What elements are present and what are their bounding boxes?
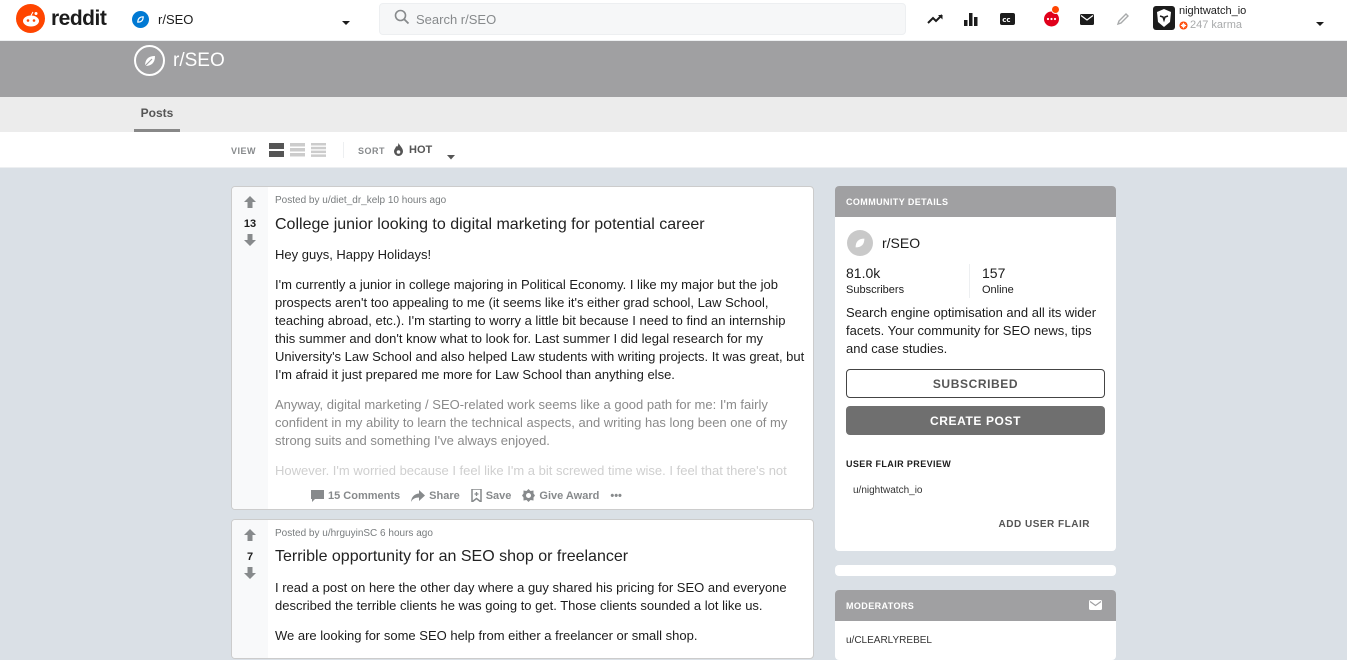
trending-icon[interactable] — [925, 9, 945, 29]
moderators-title: MODERATORS — [846, 600, 915, 611]
mail-icon[interactable] — [1089, 600, 1102, 612]
sort-dropdown[interactable]: HOT — [393, 143, 432, 156]
community-icon — [847, 230, 873, 256]
subreddit-banner: r/SEO — [0, 41, 1347, 97]
moderator-link[interactable]: u/CLEARLYREBEL — [846, 635, 932, 646]
post-card[interactable]: 13 Posted by u/diet_dr_kelp 10 hours ago… — [231, 186, 814, 510]
vote-count: 7 — [246, 551, 254, 563]
closed-caption-icon[interactable]: cc — [997, 9, 1017, 29]
vote-column: 13 — [232, 187, 268, 509]
share-button[interactable]: Share — [411, 489, 460, 502]
flame-icon — [394, 143, 403, 156]
notification-badge — [1051, 5, 1060, 14]
avatar — [1153, 6, 1175, 30]
tab-bar: Posts — [0, 97, 1347, 132]
snoo-icon — [16, 4, 45, 33]
flair-preview-title: USER FLAIR PREVIEW — [846, 459, 952, 469]
svg-text:cc: cc — [1002, 16, 1010, 24]
page-title: r/SEO — [173, 50, 225, 71]
username: nightwatch_io — [1179, 5, 1247, 17]
karma-icon — [1179, 20, 1188, 30]
downvote-icon[interactable] — [243, 233, 257, 252]
vote-column: 7 — [232, 520, 268, 658]
chevron-down-icon — [1315, 14, 1325, 32]
sort-label: SORT — [358, 146, 386, 156]
flair-preview-user: u/nightwatch_io — [853, 485, 923, 496]
compact-view-icon[interactable] — [311, 143, 326, 157]
post-paragraph: I read a post on here the other day wher… — [275, 580, 787, 613]
card-view-icon[interactable] — [269, 143, 284, 157]
chevron-down-icon — [341, 13, 351, 31]
share-icon — [411, 489, 426, 502]
upvote-icon[interactable] — [243, 528, 257, 547]
post-paragraph: We are looking for some SEO help from ei… — [275, 628, 698, 643]
downvote-icon[interactable] — [243, 566, 257, 585]
sidebar-widget — [835, 565, 1116, 576]
divider — [343, 142, 344, 158]
vote-count: 13 — [243, 218, 257, 230]
chat-icon[interactable] — [1041, 5, 1061, 29]
post-title[interactable]: Terrible opportunity for an SEO shop or … — [275, 548, 628, 566]
post-meta: Posted by u/hrguyinSC 6 hours ago — [275, 528, 433, 539]
community-icon — [134, 45, 165, 76]
logo-wordmark: reddit — [51, 6, 107, 30]
classic-view-icon[interactable] — [290, 143, 305, 157]
community-dropdown[interactable]: r/SEO — [132, 8, 354, 30]
view-label: VIEW — [231, 146, 257, 156]
chevron-down-icon[interactable] — [447, 147, 455, 165]
post-body: I read a post on here the other day wher… — [275, 579, 807, 657]
divider — [969, 264, 970, 298]
post-paragraph: Anyway, digital marketing / SEO-related … — [275, 397, 788, 448]
community-dropdown-label: r/SEO — [158, 11, 194, 27]
card-header: MODERATORS — [835, 590, 1116, 621]
create-post-button[interactable]: CREATE POST — [846, 406, 1105, 435]
upvote-icon[interactable] — [243, 195, 257, 214]
post-paragraph: Hey guys, Happy Holidays! — [275, 247, 432, 262]
subscribed-button[interactable]: SUBSCRIBED — [846, 369, 1105, 398]
community-icon — [132, 10, 149, 28]
online-count: 157 — [982, 265, 1006, 281]
search-bar[interactable]: Search r/SEO — [379, 3, 906, 35]
subscriber-label: Subscribers — [846, 284, 905, 296]
user-menu[interactable]: nightwatch_io 247 karma — [1150, 5, 1330, 35]
bookmark-icon — [470, 489, 482, 502]
save-button[interactable]: Save — [470, 489, 512, 502]
comment-icon — [311, 489, 324, 502]
post-actions: 15 Comments Share Save Give Award ••• — [311, 489, 633, 502]
comments-button[interactable]: 15 Comments — [311, 489, 401, 502]
share-label: Share — [429, 489, 460, 502]
actions-bar: 15 Comments Share Save Give Award ••• — [268, 475, 813, 509]
community-details-card: COMMUNITY DETAILS r/SEO 81.0k Subscriber… — [835, 186, 1116, 551]
tab-posts[interactable]: Posts — [134, 97, 180, 132]
karma-label: 247 karma — [1190, 19, 1242, 31]
pencil-icon[interactable] — [1113, 9, 1133, 29]
post-title[interactable]: College junior looking to digital market… — [275, 216, 705, 234]
sort-value: HOT — [409, 143, 433, 156]
add-user-flair-button[interactable]: ADD USER FLAIR — [999, 519, 1090, 530]
post-card[interactable]: 7 Posted by u/hrguyinSC 6 hours ago Terr… — [231, 519, 814, 659]
more-options-icon[interactable]: ••• — [610, 490, 622, 502]
post-body: Hey guys, Happy Holidays! I'm currently … — [275, 246, 807, 492]
top-header: reddit r/SEO Search r/SEO cc nightwatch_… — [0, 0, 1347, 41]
save-label: Save — [485, 489, 512, 502]
award-icon — [522, 489, 536, 502]
card-header: COMMUNITY DETAILS — [835, 186, 1116, 217]
comments-label: 15 Comments — [328, 489, 401, 502]
post-meta: Posted by u/diet_dr_kelp 10 hours ago — [275, 195, 447, 206]
community-name[interactable]: r/SEO — [882, 235, 920, 251]
moderators-card: MODERATORS u/CLEARLYREBEL — [835, 590, 1116, 660]
karma-count: 247 karma — [1179, 19, 1242, 31]
online-label: Online — [982, 284, 1014, 296]
view-sort-bar: VIEW SORT HOT — [0, 132, 1347, 168]
subscriber-count: 81.0k — [846, 265, 881, 281]
mail-icon[interactable] — [1077, 9, 1097, 29]
give-award-label: Give Award — [539, 489, 600, 502]
stats-icon[interactable] — [961, 9, 981, 29]
search-input[interactable]: Search r/SEO — [416, 12, 496, 27]
community-description: Search engine optimisation and all its w… — [846, 305, 1097, 356]
give-award-button[interactable]: Give Award — [522, 489, 599, 502]
post-paragraph: I'm currently a junior in college majori… — [275, 277, 805, 382]
search-icon — [394, 9, 410, 30]
reddit-logo[interactable]: reddit — [16, 4, 107, 33]
